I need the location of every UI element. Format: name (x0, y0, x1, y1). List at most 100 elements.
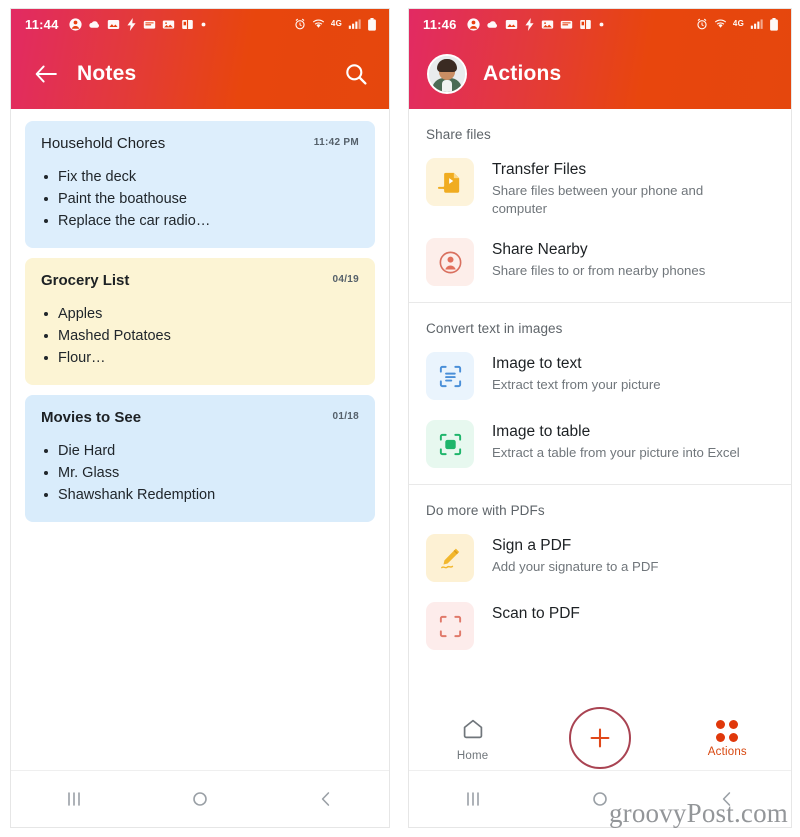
list-item: Mashed Potatoes (41, 325, 359, 347)
note-card[interactable]: Grocery List 04/19 Apples Mashed Potatoe… (25, 258, 375, 386)
actions-app-bar: Actions (409, 39, 791, 109)
note-timestamp: 11:42 PM (313, 137, 359, 148)
action-subtitle: Share files to or from nearby phones (492, 263, 706, 279)
notes-phone-panel: 11:44 4G Notes Household Chores 11:42 PM… (0, 0, 400, 837)
list-item: Mr. Glass (41, 462, 359, 484)
image-to-text-icon (426, 352, 474, 400)
note-title: Movies to See (41, 409, 142, 427)
search-icon[interactable] (339, 57, 373, 91)
gallery-icon (162, 18, 175, 31)
action-subtitle: Share files between your phone and compu… (492, 183, 704, 217)
list-item: Replace the car radio… (41, 210, 359, 232)
section-share-files: Share files Transfer Files Share files b… (409, 113, 791, 307)
book-icon (579, 18, 592, 31)
back-button[interactable] (296, 782, 356, 816)
message-icon (560, 18, 573, 31)
photos-icon (505, 18, 518, 31)
add-button[interactable] (568, 707, 631, 769)
alarm-icon (294, 18, 306, 30)
back-arrow-icon[interactable] (29, 57, 63, 91)
action-row-share-nearby[interactable]: Share Nearby Share files to or from near… (409, 228, 791, 296)
grid-dots-icon (716, 720, 739, 742)
section-title: Convert text in images (426, 321, 563, 336)
android-system-nav (409, 770, 791, 827)
weather-icon (88, 18, 101, 31)
home-button[interactable] (570, 782, 630, 816)
note-card[interactable]: Movies to See 01/18 Die Hard Mr. Glass S… (25, 395, 375, 523)
account-icon (68, 17, 82, 31)
list-item: Paint the boathouse (41, 188, 359, 210)
scan-to-pdf-icon (426, 602, 474, 650)
action-row-sign-pdf[interactable]: Sign a PDF Add your signature to a PDF (409, 524, 791, 592)
actions-status-bar: 11:46 4G (409, 9, 791, 39)
note-card[interactable]: Household Chores 11:42 PM Fix the deck P… (25, 121, 375, 249)
action-subtitle: Add your signature to a PDF (492, 559, 659, 575)
action-title: Share Nearby (492, 241, 588, 258)
section-title: Do more with PDFs (426, 503, 545, 518)
note-title: Grocery List (41, 272, 130, 290)
action-row-scan-to-pdf[interactable]: Scan to PDF (409, 592, 791, 660)
action-title: Transfer Files (492, 161, 587, 178)
list-item: Die Hard (41, 440, 359, 462)
notes-topbar: 11:44 4G Notes (11, 9, 389, 109)
nav-item-actions[interactable]: Actions (664, 720, 791, 758)
section-convert-text: Convert text in images Image to text Ext… (409, 307, 791, 489)
note-item-list: Apples Mashed Potatoes Flour… (41, 303, 359, 369)
battery-icon (367, 17, 377, 31)
note-item-list: Fix the deck Paint the boathouse Replace… (41, 166, 359, 232)
wifi-icon (312, 18, 325, 30)
screenshot-root: 11:44 4G Notes Household Chores 11:42 PM… (0, 0, 800, 837)
action-row-image-to-text[interactable]: Image to text Extract text from your pic… (409, 342, 791, 410)
network-speed-icon: 4G (732, 19, 744, 28)
dot-icon (598, 21, 605, 28)
notes-list: Household Chores 11:42 PM Fix the deck P… (11, 109, 389, 827)
weather-icon (486, 18, 499, 31)
home-button[interactable] (170, 782, 230, 816)
list-item: Apples (41, 303, 359, 325)
action-title: Scan to PDF (492, 605, 580, 622)
avatar[interactable] (427, 54, 467, 94)
app-bottom-nav: Home Actions (409, 707, 791, 769)
action-subtitle: Extract a table from your picture into E… (492, 445, 740, 461)
nav-item-home[interactable]: Home (409, 717, 536, 762)
alarm-icon (696, 18, 708, 30)
back-button[interactable] (697, 782, 757, 816)
action-title: Sign a PDF (492, 537, 572, 554)
signal-icon (348, 18, 361, 30)
action-title: Image to table (492, 423, 591, 440)
message-icon (143, 18, 156, 31)
section-divider (409, 302, 791, 303)
gallery-icon (541, 18, 554, 31)
actions-list: Share files Transfer Files Share files b… (409, 109, 791, 769)
action-subtitle: Extract text from your picture (492, 377, 661, 393)
recents-button[interactable] (443, 782, 503, 816)
note-title: Household Chores (41, 135, 166, 152)
notes-status-bar: 11:44 4G (11, 9, 389, 39)
nav-label: Home (456, 749, 489, 762)
nav-label: Actions (707, 746, 747, 758)
nav-item-add[interactable] (536, 707, 663, 769)
battery-icon (769, 17, 779, 31)
actions-topbar: 11:46 4G Actions (409, 9, 791, 109)
page-title: Notes (77, 62, 137, 85)
image-to-table-icon (426, 420, 474, 468)
share-nearby-icon (426, 238, 474, 286)
account-icon (466, 17, 480, 31)
recents-button[interactable] (44, 782, 104, 816)
actions-phone-panel: 11:46 4G Actions Share files Transfer Fi… (400, 0, 800, 837)
list-item: Shawshank Redemption (41, 484, 359, 506)
dot-icon (200, 21, 207, 28)
note-timestamp: 04/19 (332, 274, 359, 286)
action-title: Image to text (492, 355, 582, 372)
transfer-files-icon (426, 158, 474, 206)
status-clock: 11:44 (25, 16, 59, 32)
action-row-image-to-table[interactable]: Image to table Extract a table from your… (409, 410, 791, 478)
note-timestamp: 01/18 (332, 411, 359, 423)
section-divider (409, 484, 791, 485)
list-item: Fix the deck (41, 166, 359, 188)
network-speed-icon: 4G (330, 19, 342, 28)
action-row-transfer-files[interactable]: Transfer Files Share files between your … (409, 148, 791, 228)
book-icon (181, 18, 194, 31)
flash-icon (524, 17, 535, 31)
note-item-list: Die Hard Mr. Glass Shawshank Redemption (41, 440, 359, 506)
